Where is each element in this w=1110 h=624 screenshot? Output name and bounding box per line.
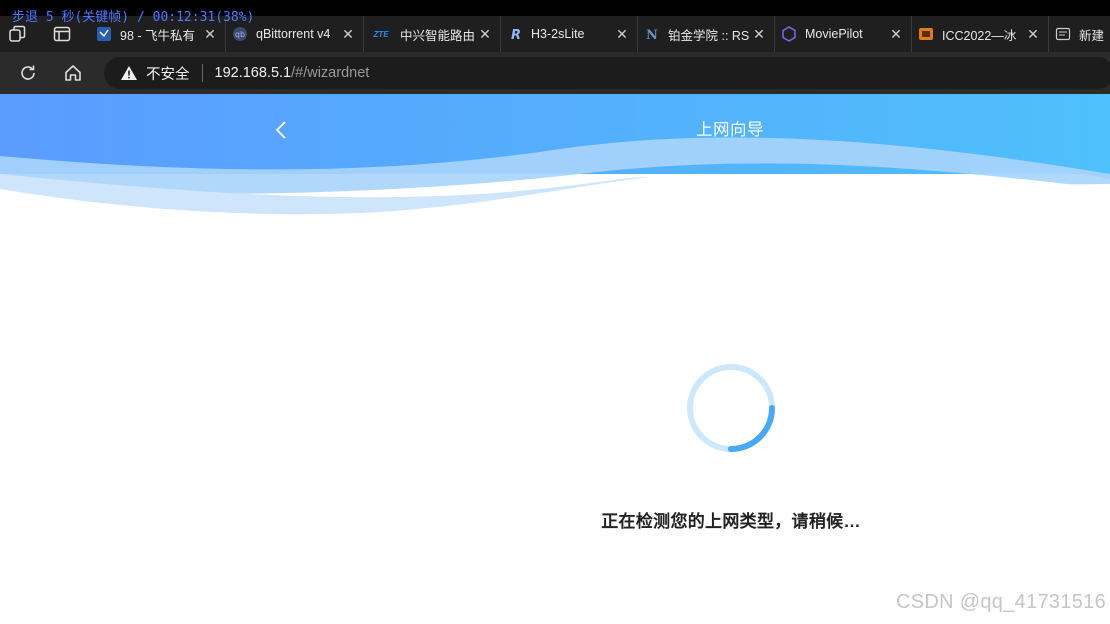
r-logo-icon: R [507,26,523,42]
tab-label: H3-2sLite [531,27,585,41]
tab-label: MoviePilot [805,27,863,41]
refresh-icon[interactable] [18,63,38,83]
tab-label: 铂金学院 :: RS [668,28,750,43]
home-icon[interactable] [63,63,83,83]
tab-new-tab[interactable]: 新建 [1049,16,1110,52]
csdn-watermark: CSDN @qq_41731516 [896,591,1106,613]
video-seek-overlay: 步退 5 秒(关键帧) / 00:12:31(38%) [12,10,255,25]
address-bar[interactable]: 不安全 192.168.5.1/#/wizardnet [104,57,1110,89]
close-icon[interactable]: ✕ [615,26,629,43]
zte-icon: ZTE [373,29,389,39]
detection-status-text: 正在检测您的上网类型，请稍候… [601,512,861,531]
close-icon[interactable]: ✕ [1026,26,1040,43]
header-wave-background [0,94,1110,234]
svg-text:R: R [511,28,521,42]
warning-icon[interactable] [120,65,138,81]
moviepilot-icon [781,26,797,42]
browser-toolbar: 不安全 192.168.5.1/#/wizardnet [0,52,1110,94]
close-icon[interactable]: ✕ [203,26,217,43]
orange-icon [918,26,934,42]
address-divider [201,64,203,82]
close-icon[interactable]: ✕ [752,26,766,43]
tab-label: 中兴智能路由 [400,28,476,43]
wizard-header: 上网向导 [0,94,1110,234]
tab-label: 98 - 飞牛私有 [120,28,196,43]
loading-spinner [687,364,775,452]
url-path: /#/wizardnet [291,65,370,81]
svg-text:qb: qb [235,30,245,39]
tab-zte-router[interactable]: ZTE 中兴智能路由 ✕ [364,16,501,52]
close-icon[interactable]: ✕ [341,26,355,43]
tab-h3-2slite[interactable]: R H3-2sLite ✕ [501,16,638,52]
tab-label: qBittorrent v4 [256,27,331,41]
tab-label: 新建 [1079,28,1105,43]
new-tab-page-icon [1055,26,1071,42]
tab-moviepilot[interactable]: MoviePilot ✕ [775,16,912,52]
security-label[interactable]: 不安全 [146,63,190,84]
svg-text:N: N [646,28,658,42]
tab-label: ICC2022—冰 [942,28,1017,43]
qbittorrent-icon: qb [232,26,248,42]
url-host: 192.168.5.1 [214,65,292,81]
workspaces-icon[interactable] [8,24,28,44]
page-title: 上网向导 [696,121,764,139]
n-logo-icon: N [644,26,660,42]
blue-doc-icon [96,26,112,42]
close-icon[interactable]: ✕ [889,26,903,43]
vertical-tabs-icon[interactable] [52,24,72,44]
tab-icc2022[interactable]: ICC2022—冰 ✕ [912,16,1049,52]
tab-platinum-academy[interactable]: N 铂金学院 :: RS ✕ [638,16,775,52]
close-icon[interactable]: ✕ [478,26,492,43]
